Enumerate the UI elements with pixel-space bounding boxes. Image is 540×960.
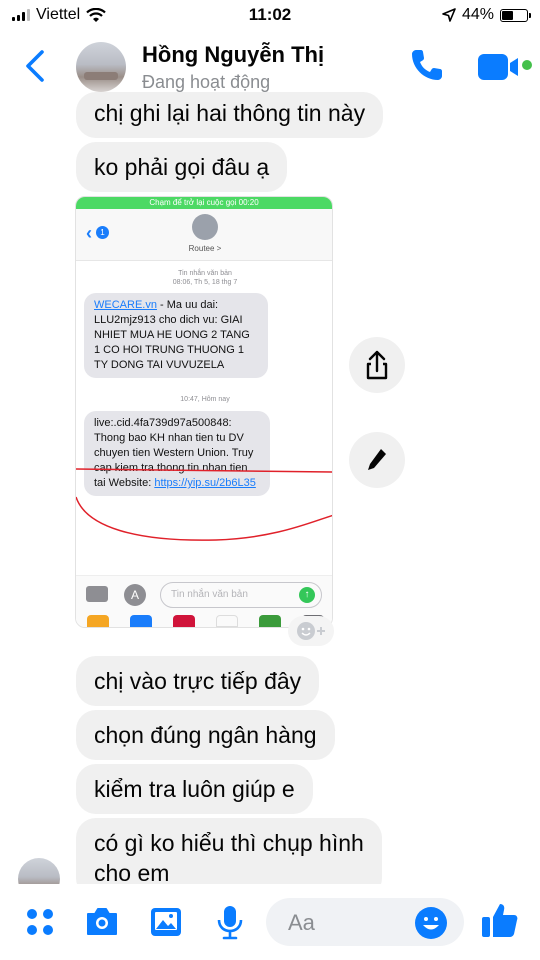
sms-bubble: live:.cid.4fa739d97a500848: Thong bao KH… bbox=[84, 411, 270, 496]
sms-send-icon: ↑ bbox=[299, 587, 315, 603]
message-bubble[interactable]: kiểm tra luôn giúp e bbox=[76, 764, 313, 814]
sms-timestamp-1: Tin nhắn văn bản 08:06, Th 5, 18 thg 7 bbox=[76, 269, 332, 287]
share-button[interactable] bbox=[349, 337, 405, 393]
sms-back-icon: ‹ bbox=[86, 223, 92, 243]
sms-timestamp-2: 10:47, Hôm nay bbox=[180, 396, 230, 403]
battery-percent: 44% bbox=[461, 6, 494, 23]
message-bubble[interactable]: chị vào trực tiếp đây bbox=[76, 656, 320, 706]
sms-appstore-icon: A bbox=[124, 584, 146, 606]
add-reaction-button[interactable] bbox=[288, 616, 334, 646]
apps-grid-icon[interactable] bbox=[22, 904, 58, 940]
camera-icon[interactable] bbox=[84, 904, 120, 940]
dock-music-icon bbox=[215, 615, 238, 627]
location-arrow-icon bbox=[442, 8, 456, 22]
contact-avatar[interactable] bbox=[76, 42, 126, 92]
message-composer: Aa bbox=[0, 884, 540, 960]
sms-stamp-line: 08:06, Th 5, 18 thg 7 bbox=[172, 279, 238, 286]
battery-fill bbox=[502, 10, 513, 20]
message-bubble[interactable]: chị ghi lại hai thông tin này bbox=[76, 92, 384, 138]
dock-app-icon bbox=[172, 615, 195, 627]
thumbs-up-icon[interactable] bbox=[480, 900, 520, 940]
video-camera-icon[interactable] bbox=[478, 50, 526, 84]
sms-back-badge: 1 bbox=[96, 226, 109, 239]
dock-app-icon bbox=[258, 615, 281, 627]
share-icon bbox=[366, 350, 388, 380]
gallery-icon[interactable] bbox=[148, 904, 184, 940]
status-bar: Viettel 11:02 44% bbox=[0, 0, 540, 30]
emoji-icon[interactable] bbox=[414, 906, 448, 940]
sms-stamp-line: Tin nhắn văn bản bbox=[178, 270, 232, 277]
battery-icon bbox=[500, 8, 531, 22]
call-return-banner: Chạm để trở lại cuộc gọi 00:20 bbox=[76, 197, 332, 209]
microphone-icon[interactable] bbox=[212, 904, 248, 940]
online-status-dot bbox=[522, 60, 532, 70]
emoji-plus-icon bbox=[297, 622, 325, 640]
sms-input: Tin nhắn văn bản ↑ bbox=[160, 582, 322, 608]
shared-screenshot[interactable]: Chạm để trở lại cuộc gọi 00:20 ‹ 1 Route… bbox=[75, 196, 333, 628]
sms-header: ‹ 1 Routee > bbox=[76, 209, 332, 261]
sms-bubble: WECARE.vn - Ma uu dai: LLU2mjz913 cho di… bbox=[84, 293, 268, 378]
sms-camera-icon bbox=[86, 586, 108, 602]
phone-icon[interactable] bbox=[408, 46, 446, 84]
message-input[interactable]: Aa bbox=[266, 898, 464, 946]
sms-link: https://yip.su/2b6L35 bbox=[154, 477, 256, 489]
sms-contact-avatar bbox=[192, 214, 218, 240]
message-line: có gì ko hiểu thì chụp hình bbox=[94, 830, 364, 856]
message-bubble[interactable]: chọn đúng ngân hàng bbox=[76, 710, 335, 760]
dock-photos-icon bbox=[86, 615, 109, 627]
sms-link: WECARE.vn bbox=[94, 299, 157, 311]
message-bubble[interactable]: ko phải gọi đâu ạ bbox=[76, 142, 288, 192]
back-chevron-icon[interactable] bbox=[22, 48, 50, 84]
pencil-icon bbox=[368, 449, 386, 470]
contact-name[interactable]: Hồng Nguyễn Thị bbox=[142, 42, 324, 68]
edit-button[interactable] bbox=[349, 432, 405, 488]
status-right: 44% bbox=[442, 6, 531, 24]
message-input-placeholder: Aa bbox=[288, 910, 315, 935]
dock-appstore-icon bbox=[129, 615, 152, 627]
sms-input-placeholder: Tin nhắn văn bản bbox=[171, 589, 248, 600]
sms-contact-name: Routee > bbox=[188, 244, 222, 253]
contact-status: Đang hoạt động bbox=[142, 72, 271, 92]
